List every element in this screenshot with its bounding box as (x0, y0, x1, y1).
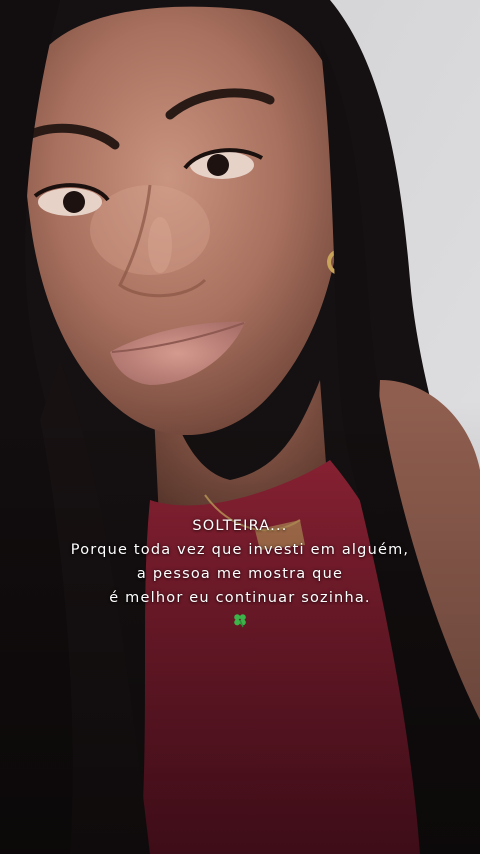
story-caption: SOLTEIRA... Porque toda vez que investi … (0, 514, 480, 636)
story-canvas: SOLTEIRA... Porque toda vez que investi … (0, 0, 480, 854)
caption-line-1: Porque toda vez que investi em alguém, (70, 542, 410, 558)
caption-line-2: a pessoa me mostra que (136, 566, 344, 582)
four-leaf-clover-icon (232, 612, 248, 636)
portrait-photo (0, 0, 480, 854)
caption-line-3: é melhor eu continuar sozinha. (109, 590, 371, 606)
caption-title: SOLTEIRA... (192, 518, 288, 534)
